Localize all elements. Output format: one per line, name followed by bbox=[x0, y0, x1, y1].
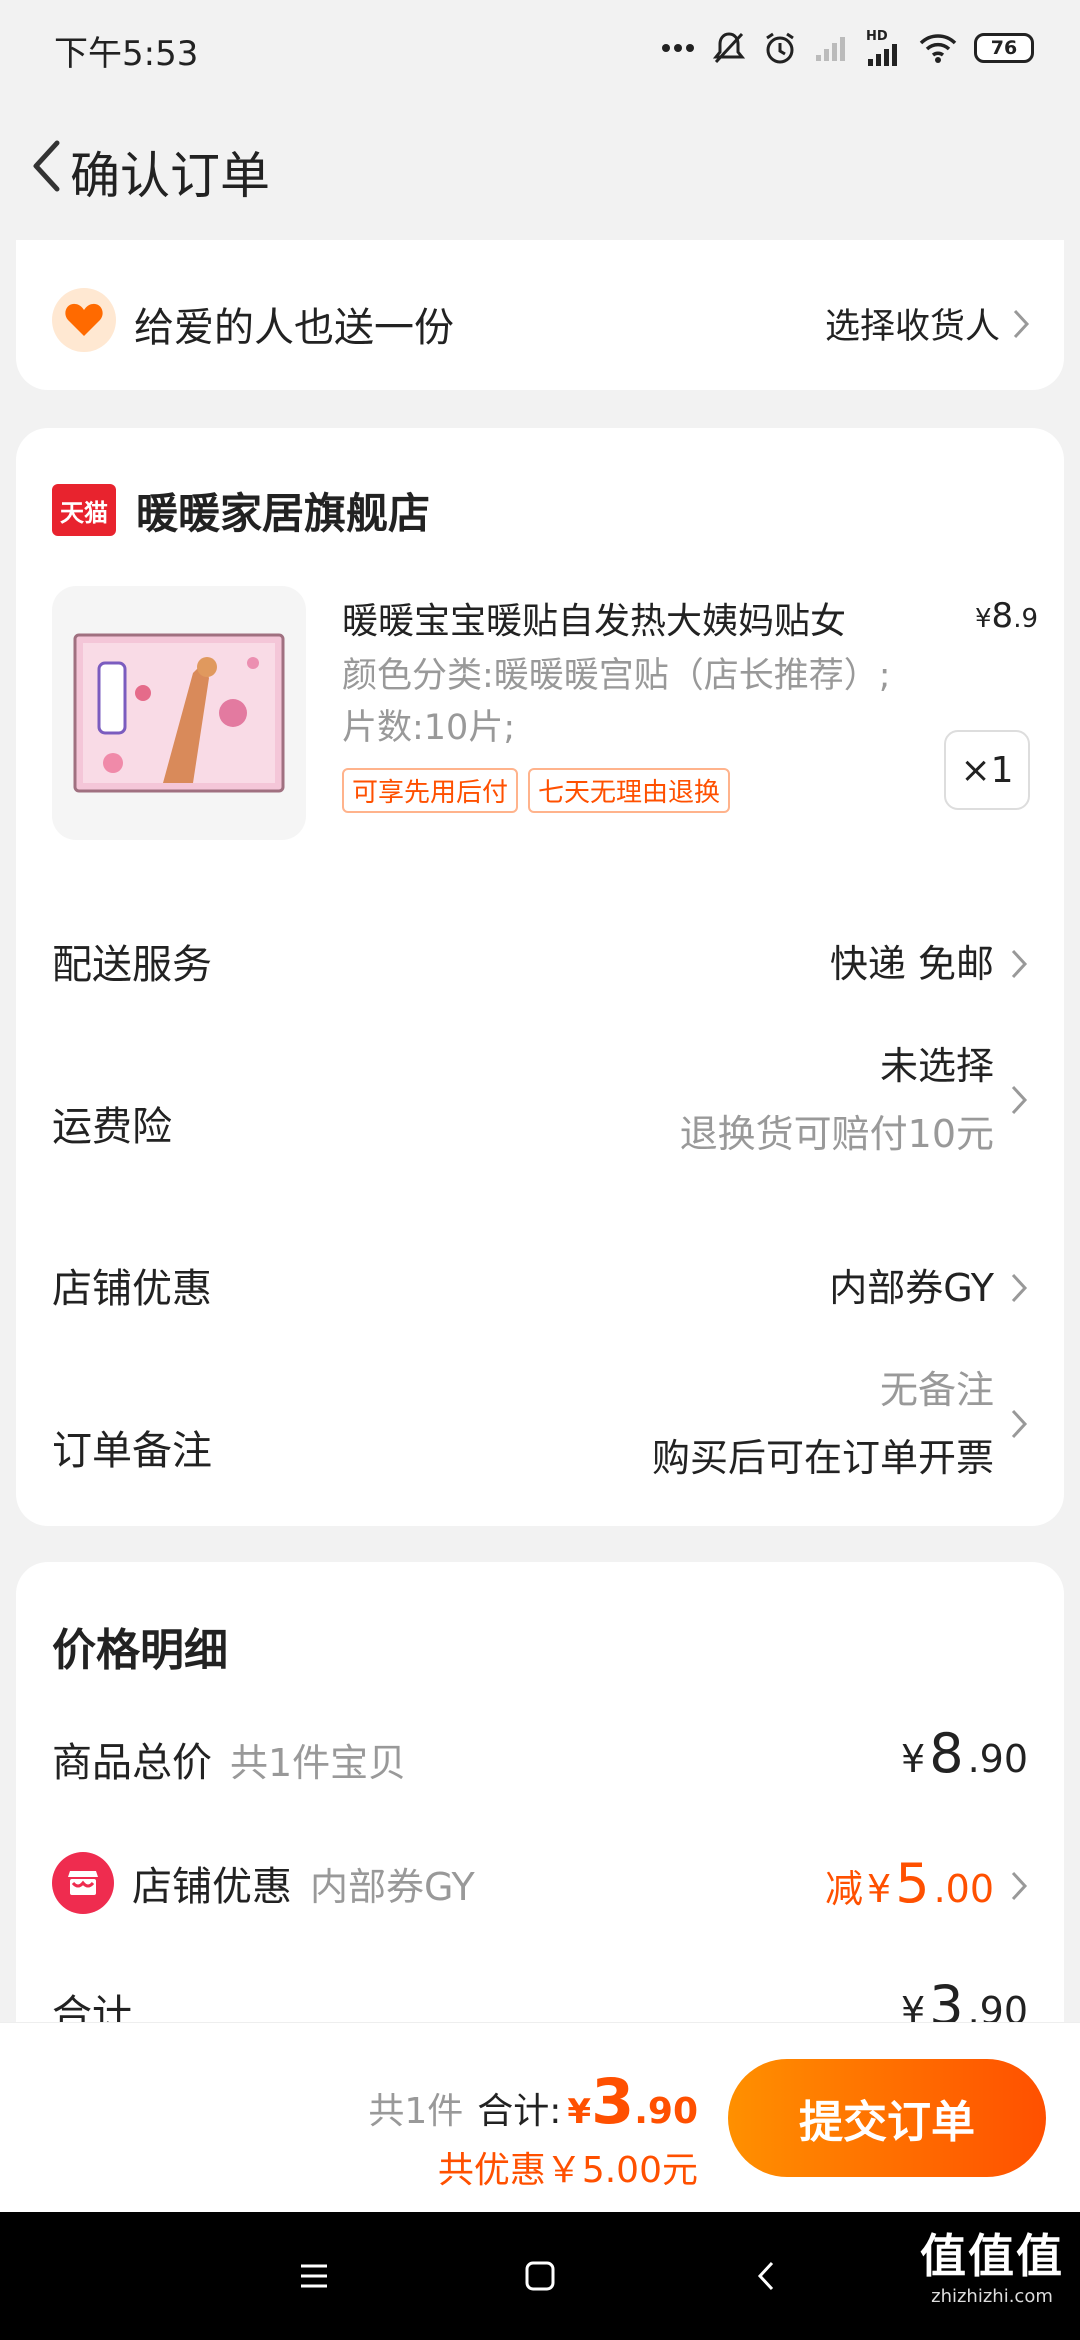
checkout-bar: 共1件 合计: ¥3.90 共优惠￥5.00元 提交订单 bbox=[0, 2022, 1080, 2212]
shop-discount-value[interactable]: 减 ¥5.00 bbox=[825, 1852, 1028, 1915]
checkout-count: 共1件 bbox=[368, 2091, 464, 2132]
wifi-icon bbox=[919, 34, 957, 63]
shop-discount-symbol: ¥ bbox=[867, 1867, 892, 1911]
more-dots-icon bbox=[662, 44, 694, 52]
shop-discount-sub: 内部券GY bbox=[310, 1864, 475, 1909]
system-nav-bar: 值值值 zhizhizhi.com bbox=[0, 2212, 1080, 2340]
shop-discount-text: 店铺优惠 bbox=[132, 1864, 292, 1910]
checkout-discount: 共优惠￥5.00元 bbox=[437, 2150, 698, 2191]
checkout-total: 共1件 合计: ¥3.90 bbox=[368, 2065, 698, 2138]
quantity-stepper[interactable]: ×1 bbox=[944, 730, 1030, 810]
order-note-label: 订单备注 bbox=[52, 1428, 212, 1474]
tmall-logo: 天猫 bbox=[52, 484, 116, 536]
delivery-label: 配送服务 bbox=[52, 942, 212, 988]
product-price: ¥8.9 bbox=[975, 596, 1038, 636]
insurance-sub: 退换货可赔付10元 bbox=[679, 1112, 994, 1156]
status-icons: HD 76 bbox=[660, 24, 1034, 72]
menu-button[interactable] bbox=[284, 2250, 344, 2302]
gift-text: 给爱的人也送一份 bbox=[134, 305, 454, 351]
product-price-dec: .9 bbox=[1013, 604, 1038, 634]
home-button[interactable] bbox=[510, 2250, 570, 2302]
home-square-icon bbox=[525, 2261, 555, 2291]
order-note-values: 无备注 购买后可在订单开票 bbox=[652, 1356, 994, 1492]
product-spec[interactable]: 颜色分类:暖暖暖宫贴（店长推荐）;片数:10片; bbox=[342, 650, 902, 754]
chevron-right-icon bbox=[1011, 949, 1028, 979]
watermark-sub: zhizhizhi.com bbox=[931, 2286, 1053, 2307]
select-recipient-label: 选择收货人 bbox=[824, 307, 1000, 347]
watermark: 值值值 zhizhizhi.com bbox=[920, 2220, 1064, 2307]
delivery-value: 快递 免邮 bbox=[829, 942, 994, 986]
chevron-right-icon bbox=[1011, 1409, 1028, 1439]
mute-bell-icon bbox=[712, 32, 746, 64]
goods-total-text: 商品总价 bbox=[52, 1740, 212, 1786]
chevron-right-icon bbox=[1013, 309, 1030, 338]
menu-icon bbox=[301, 2264, 327, 2288]
checkout-total-label: 合计: bbox=[477, 2091, 562, 2132]
submit-order-button[interactable]: 提交订单 bbox=[728, 2059, 1046, 2177]
order-note-value: 无备注 bbox=[879, 1368, 994, 1412]
shop-coupon-label: 店铺优惠 bbox=[52, 1266, 212, 1312]
insurance-label: 运费险 bbox=[52, 1104, 172, 1150]
shop-discount-int: 5 bbox=[895, 1852, 930, 1915]
goods-total-int: 8 bbox=[929, 1722, 964, 1785]
shop-discount-prefix: 减 bbox=[825, 1867, 864, 1911]
chevron-right-icon bbox=[1011, 1085, 1028, 1115]
product-image[interactable] bbox=[52, 586, 306, 840]
checkout-total-dec: .90 bbox=[634, 2091, 698, 2132]
product-picture bbox=[73, 633, 285, 793]
back-triangle-icon bbox=[757, 2261, 774, 2291]
product-price-symbol: ¥ bbox=[975, 604, 992, 634]
header-bar: 确认订单 bbox=[0, 96, 1080, 240]
goods-total-symbol: ¥ bbox=[901, 1737, 926, 1781]
product-price-int: 8 bbox=[991, 596, 1014, 636]
chevron-right-icon bbox=[1011, 1273, 1028, 1303]
shop-discount-dec: .00 bbox=[933, 1867, 994, 1911]
product-title[interactable]: 暖暖宝宝暖贴自发热大姨妈贴女 bbox=[342, 592, 932, 644]
status-time: 下午5:53 bbox=[54, 34, 199, 74]
store-name: 暖暖家居旗舰店 bbox=[136, 488, 431, 538]
shop-discount-label: 店铺优惠 内部券GY bbox=[52, 1852, 475, 1914]
goods-total-dec: .90 bbox=[967, 1737, 1028, 1781]
checkout-total-symbol: ¥ bbox=[567, 2092, 592, 2132]
tag-pay-later: 可享先用后付 bbox=[342, 768, 519, 813]
checkout-total-int: 3 bbox=[591, 2065, 635, 2138]
signal-weak-icon bbox=[816, 37, 845, 61]
select-recipient-link[interactable]: 选择收货人 bbox=[825, 298, 1030, 349]
insurance-values: 未选择 退换货可赔付10元 bbox=[680, 1032, 994, 1168]
price-detail-card: 价格明细 商品总价 共1件宝贝 ¥8.90 店铺优惠 内部券GY 减 ¥5.00 … bbox=[16, 1562, 1064, 2038]
order-note-sub: 购买后可在订单开票 bbox=[651, 1436, 994, 1480]
store-header[interactable]: 天猫 暖暖家居旗舰店 bbox=[52, 480, 430, 540]
heart-icon bbox=[52, 288, 116, 352]
gift-row[interactable]: 给爱的人也送一份 选择收货人 bbox=[16, 240, 1064, 390]
insurance-row[interactable]: 未选择 退换货可赔付10元 bbox=[680, 1032, 1028, 1168]
back-arrow-icon bbox=[33, 140, 60, 192]
alarm-icon bbox=[766, 32, 794, 64]
delivery-row[interactable]: 快递 免邮 bbox=[830, 930, 1028, 998]
insurance-value: 未选择 bbox=[879, 1044, 994, 1088]
product-tags: 可享先用后付 七天无理由退换 bbox=[342, 768, 731, 813]
goods-total-value: ¥8.90 bbox=[901, 1722, 1028, 1785]
price-detail-title: 价格明细 bbox=[52, 1625, 228, 1676]
hd-label: HD bbox=[866, 28, 888, 44]
hd-signal-icon: HD bbox=[866, 30, 902, 67]
order-note-row[interactable]: 无备注 购买后可在订单开票 bbox=[652, 1356, 1028, 1492]
goods-count: 共1件宝贝 bbox=[230, 1740, 407, 1785]
chevron-right-icon bbox=[1011, 1871, 1028, 1901]
goods-total-label: 商品总价 共1件宝贝 bbox=[52, 1730, 406, 1788]
shop-coupon-row[interactable]: 内部券GY bbox=[829, 1254, 1028, 1322]
tag-free-return: 七天无理由退换 bbox=[528, 768, 731, 813]
back-button[interactable] bbox=[16, 134, 76, 198]
checkout-total-amount: ¥3.90 bbox=[567, 2065, 698, 2138]
system-back-button[interactable] bbox=[736, 2250, 796, 2302]
page-title: 确认订单 bbox=[70, 147, 270, 205]
watermark-main: 值值值 bbox=[920, 2229, 1064, 2283]
shop-icon bbox=[52, 1852, 114, 1914]
store-card: 天猫 暖暖家居旗舰店 暖暖宝宝暖贴自发热大姨妈贴女 ¥8.9 颜色分类:暖暖暖宫… bbox=[16, 428, 1064, 1526]
status-bar: 下午5:53 HD 76 bbox=[0, 0, 1080, 96]
battery-indicator: 76 bbox=[974, 33, 1034, 63]
shop-coupon-value: 内部券GY bbox=[829, 1266, 994, 1310]
